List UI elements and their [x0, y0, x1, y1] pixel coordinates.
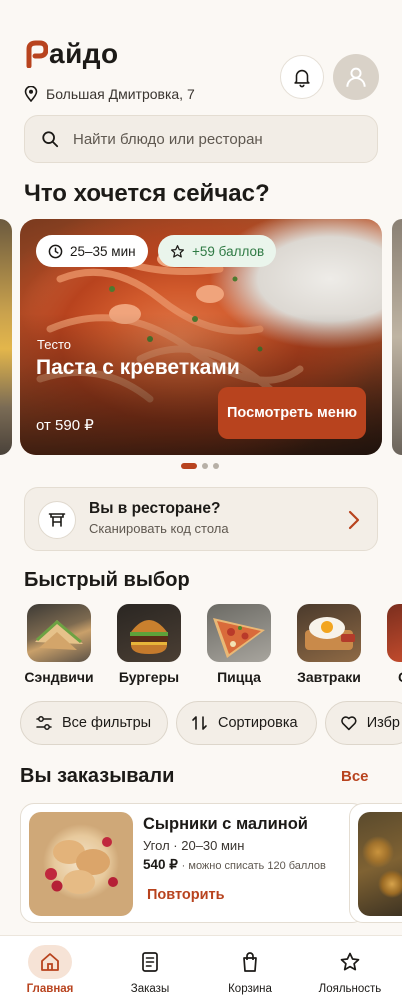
nav-label: Заказы: [130, 983, 170, 995]
category-label: Завтраки: [297, 669, 361, 685]
chevron-right-icon: [348, 510, 360, 530]
past-order-card-partial[interactable]: [349, 803, 402, 923]
delivery-time-badge: 25–35 мин: [36, 235, 148, 267]
app-logo: айдо: [26, 38, 119, 70]
nav-loyalty[interactable]: Лояльность: [300, 936, 400, 1006]
quick-pick-heading: Быстрый выбор: [24, 569, 190, 591]
points-note: можно списать 120 баллов: [188, 860, 326, 872]
nav-icon-wrap: [228, 945, 272, 979]
profile-avatar[interactable]: [333, 54, 379, 100]
table-icon: [48, 513, 66, 527]
scan-subtitle: Сканировать код стола: [89, 521, 229, 536]
repeat-order-button[interactable]: Повторить: [147, 887, 225, 903]
featured-dish-card[interactable]: 25–35 мин +59 баллов Тесто Паста с креве…: [20, 219, 382, 455]
breakfast-image: [305, 617, 355, 650]
next-card-preview[interactable]: [392, 219, 402, 455]
view-menu-button[interactable]: Посмотреть меню: [218, 387, 366, 439]
category-label: Пицца: [217, 669, 261, 685]
page-dot[interactable]: [213, 463, 219, 469]
address-text: Большая Дмитровка, 7: [46, 86, 195, 102]
pizza-image: [213, 618, 265, 658]
past-order-card[interactable]: Сырники с малиной Угол · 20–30 мин 540 ₽…: [20, 803, 366, 923]
order-meta: Угол · 20–30 мин: [143, 838, 245, 853]
category-label: С: [398, 669, 402, 685]
dish-title: Паста с креветками: [36, 356, 240, 379]
receipt-icon: [142, 952, 158, 972]
bag-icon: [243, 952, 257, 972]
home-icon: [41, 953, 59, 971]
dish-price: от 590 ₽: [36, 417, 94, 434]
order-dish-photo: [29, 812, 133, 916]
burger-image: [130, 620, 168, 654]
app-name: айдо: [49, 38, 119, 69]
user-icon: [346, 67, 366, 87]
star-icon: [340, 952, 360, 971]
bottom-navigation: Главная Заказы Корзина Лояльность: [0, 935, 402, 1006]
delivery-address[interactable]: Большая Дмитровка, 7: [24, 86, 195, 102]
bonus-points-badge: +59 баллов: [158, 235, 277, 267]
all-filters-chip[interactable]: Все фильтры: [20, 701, 168, 745]
category-burgers[interactable]: [117, 604, 181, 662]
order-dish-photo: [358, 812, 402, 916]
nav-cart[interactable]: Корзина: [200, 936, 300, 1006]
category-pizza[interactable]: [207, 604, 271, 662]
category-label: Сэндвичи: [24, 669, 94, 685]
order-price: 540 ₽ · можно списать 120 баллов: [143, 857, 326, 872]
sort-icon: [192, 716, 207, 730]
sandwich-image: [35, 620, 83, 650]
category-sandwiches[interactable]: [27, 604, 91, 662]
dish-category: Тесто: [37, 337, 71, 352]
sliders-icon: [36, 716, 52, 730]
see-all-link[interactable]: Все: [341, 768, 369, 785]
heart-icon: [341, 716, 357, 731]
star-outline-icon: [170, 244, 185, 258]
notifications-button[interactable]: [280, 55, 324, 99]
syrniki-image: [45, 837, 118, 894]
order-title: Сырники с малиной: [143, 815, 308, 833]
search-placeholder: Найти блюдо или ресторан: [73, 130, 263, 148]
nav-icon-wrap: [128, 945, 172, 979]
nav-home[interactable]: Главная: [0, 936, 100, 1006]
page-dot[interactable]: [202, 463, 208, 469]
nav-label: Лояльность: [318, 983, 382, 995]
previous-card-preview[interactable]: [0, 219, 12, 455]
search-bar[interactable]: Найти блюдо или ресторан: [24, 115, 378, 163]
clock-icon: [48, 244, 63, 258]
logo-r-icon: [26, 40, 48, 68]
sort-chip[interactable]: Сортировка: [176, 701, 317, 745]
category-label: Бургеры: [118, 669, 180, 685]
nav-orders[interactable]: Заказы: [100, 936, 200, 1006]
nav-label: Главная: [26, 983, 74, 995]
bell-icon: [294, 69, 310, 88]
nav-icon-wrap: [328, 945, 372, 979]
category-breakfast[interactable]: [297, 604, 361, 662]
scan-table-card[interactable]: Вы в ресторане? Сканировать код стола: [24, 487, 378, 551]
page-dot-active[interactable]: [181, 463, 197, 469]
table-icon-wrap: [38, 501, 76, 539]
nav-label: Корзина: [228, 983, 272, 995]
location-pin-icon: [24, 86, 38, 102]
scan-title: Вы в ресторане?: [89, 500, 221, 517]
orders-heading: Вы заказывали: [20, 765, 175, 787]
carousel-pagination: [181, 463, 219, 469]
category-partial[interactable]: [387, 604, 402, 662]
nav-icon-wrap: [28, 945, 72, 979]
featured-heading: Что хочется сейчас?: [24, 180, 270, 207]
favorites-chip[interactable]: Избр: [325, 701, 402, 745]
search-icon: [42, 131, 59, 148]
